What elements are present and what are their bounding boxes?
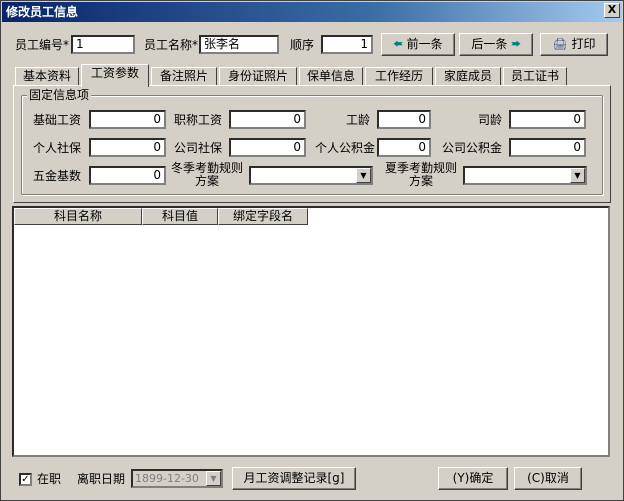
tab-id-card-photo[interactable]: 身份证照片 <box>219 67 297 86</box>
company-social-security-input[interactable]: 0 <box>229 138 306 157</box>
column-header-item-value[interactable]: 科目值 <box>142 208 218 225</box>
emp-no-input[interactable]: 1 <box>71 35 135 54</box>
close-button[interactable]: X <box>604 3 620 18</box>
leave-date-picker[interactable]: 1899-12-30 ▼ <box>131 469 223 488</box>
tab-family-members[interactable]: 家庭成员 <box>435 67 501 86</box>
in-service-label: 在职 <box>37 472 62 486</box>
order-input[interactable]: 1 <box>321 35 373 54</box>
base-salary-input[interactable]: 0 <box>89 110 166 129</box>
seniority-input[interactable]: 0 <box>377 110 431 129</box>
fixed-info-group-title: 固定信息项 <box>27 88 92 102</box>
tab-policy-info[interactable]: 保单信息 <box>299 67 363 86</box>
company-housing-fund-label: 公司公积金 <box>442 141 503 155</box>
confirm-button[interactable]: (Y)确定 <box>438 467 508 490</box>
printer-icon: 🖨 <box>552 37 568 51</box>
seniority-label: 工龄 <box>346 113 371 127</box>
insurance-base-label: 五金基数 <box>33 169 82 183</box>
emp-no-label: 员工编号* <box>15 38 70 52</box>
title-salary-label: 职称工资 <box>174 113 223 127</box>
prev-record-label: 前一条 <box>406 37 443 51</box>
tab-salary-params[interactable]: 工资参数 <box>81 64 149 87</box>
tab-basic-info[interactable]: 基本资料 <box>15 67 79 86</box>
personal-social-security-input[interactable]: 0 <box>89 138 166 157</box>
winter-rule-label: 冬季考勤规则 方案 <box>171 161 244 188</box>
summer-rule-select[interactable]: ▼ <box>463 166 587 185</box>
dialog-window: 修改员工信息 X 员工编号* 1 员工名称* 张李名 顺序 1 🢘 前一条 后一… <box>0 0 624 501</box>
tab-remark-photo[interactable]: 备注照片 <box>151 67 217 86</box>
base-salary-label: 基础工资 <box>33 113 82 127</box>
salary-adjust-record-button[interactable]: 月工资调整记录[g] <box>232 467 356 490</box>
title-bar: 修改员工信息 <box>2 2 622 22</box>
winter-rule-select[interactable]: ▼ <box>249 166 373 185</box>
company-age-label: 司龄 <box>478 113 503 127</box>
prev-record-button[interactable]: 🢘 前一条 <box>381 33 455 56</box>
chevron-down-icon[interactable]: ▼ <box>570 168 585 183</box>
summer-rule-label: 夏季考勤规则 方案 <box>385 161 458 188</box>
print-button[interactable]: 🖨 打印 <box>540 33 608 56</box>
personal-housing-fund-label: 个人公积金 <box>315 141 376 155</box>
in-service-checkbox[interactable]: ✓ <box>19 473 32 486</box>
order-label: 顺序 <box>290 38 315 52</box>
company-age-input[interactable]: 0 <box>509 110 586 129</box>
window-title: 修改员工信息 <box>6 5 79 19</box>
company-housing-fund-input[interactable]: 0 <box>509 138 586 157</box>
column-header-bound-field[interactable]: 绑定字段名 <box>218 208 308 225</box>
chevron-down-icon[interactable]: ▼ <box>356 168 371 183</box>
emp-name-label: 员工名称* <box>144 38 199 52</box>
print-label: 打印 <box>571 37 596 51</box>
arrow-right-icon: 🢚 <box>511 37 521 51</box>
personal-housing-fund-input[interactable]: 0 <box>377 138 431 157</box>
next-record-button[interactable]: 后一条 🢚 <box>459 33 533 56</box>
arrow-left-icon: 🢘 <box>393 37 403 51</box>
company-social-security-label: 公司社保 <box>174 141 223 155</box>
emp-name-input[interactable]: 张李名 <box>199 35 279 54</box>
insurance-base-input[interactable]: 0 <box>89 166 166 185</box>
title-salary-input[interactable]: 0 <box>229 110 306 129</box>
tab-employee-certs[interactable]: 员工证书 <box>503 67 567 86</box>
column-header-item-name[interactable]: 科目名称 <box>14 208 142 225</box>
next-record-label: 后一条 <box>471 37 508 51</box>
salary-items-grid[interactable]: 科目名称 科目值 绑定字段名 <box>12 206 610 457</box>
cancel-button[interactable]: (C)取消 <box>514 467 582 490</box>
tab-work-history[interactable]: 工作经历 <box>365 67 433 86</box>
personal-social-security-label: 个人社保 <box>33 141 82 155</box>
leave-date-label: 离职日期 <box>77 472 126 486</box>
chevron-down-icon[interactable]: ▼ <box>206 471 221 486</box>
